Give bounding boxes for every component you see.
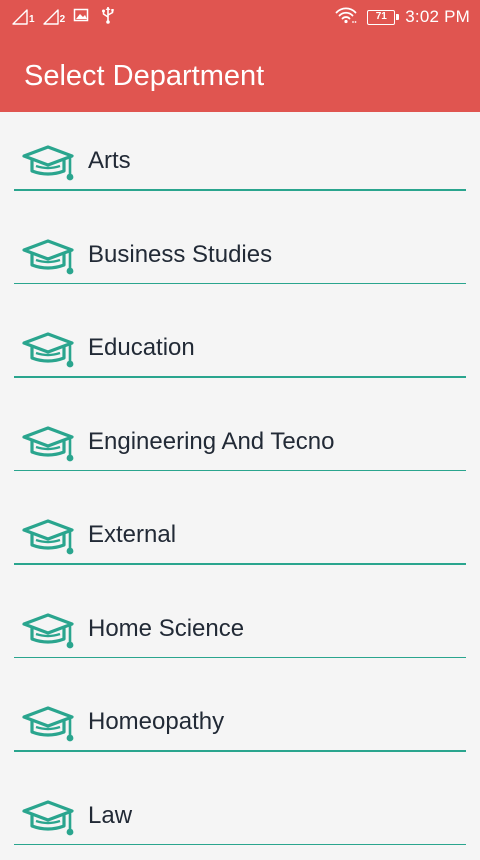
department-list-item[interactable]: Education <box>0 299 480 393</box>
department-name: Business Studies <box>88 239 272 271</box>
app-bar: 1 2 <box>0 0 480 112</box>
graduation-cap-icon <box>20 144 76 182</box>
department-name: External <box>88 519 176 551</box>
graduation-cap-icon <box>20 425 76 463</box>
battery-icon: 71 <box>367 10 395 25</box>
sim1-signal-icon: 1 <box>12 9 35 25</box>
image-notification-icon <box>73 7 89 28</box>
sim2-label: 2 <box>60 15 66 25</box>
department-name: Homeopathy <box>88 706 224 738</box>
list-divider <box>14 657 466 659</box>
department-list-item[interactable]: Homeopathy <box>0 673 480 767</box>
usb-icon <box>101 6 115 29</box>
graduation-cap-icon <box>20 705 76 743</box>
department-list-item[interactable]: Home Science <box>0 580 480 674</box>
page-title: Select Department <box>24 56 264 96</box>
list-divider <box>14 563 466 565</box>
department-list-item[interactable]: Law <box>0 767 480 860</box>
department-name: Home Science <box>88 613 244 645</box>
status-icons-left: 1 2 <box>12 5 115 29</box>
status-bar: 1 2 <box>0 0 480 34</box>
department-list: Arts Business Studies Education <box>0 112 480 860</box>
list-divider <box>14 470 466 472</box>
battery-level: 71 <box>376 11 387 22</box>
department-name: Engineering And Tecno <box>88 426 334 458</box>
list-divider <box>14 189 466 191</box>
graduation-cap-icon <box>20 518 76 556</box>
department-list-item[interactable]: Business Studies <box>0 206 480 300</box>
department-name: Education <box>88 332 195 364</box>
status-icons-right: 71 3:02 PM <box>335 5 470 29</box>
department-name: Arts <box>88 145 131 177</box>
sim1-label: 1 <box>29 15 35 25</box>
wifi-icon <box>335 6 357 29</box>
graduation-cap-icon <box>20 612 76 650</box>
list-divider <box>14 750 466 752</box>
department-list-item[interactable]: Engineering And Tecno <box>0 393 480 487</box>
graduation-cap-icon <box>20 238 76 276</box>
department-list-item[interactable]: Arts <box>0 112 480 206</box>
department-list-item[interactable]: External <box>0 486 480 580</box>
list-divider <box>14 376 466 378</box>
list-divider <box>14 844 466 846</box>
graduation-cap-icon <box>20 799 76 837</box>
status-time: 3:02 PM <box>405 7 470 27</box>
sim2-signal-icon: 2 <box>43 9 66 25</box>
department-name: Law <box>88 800 132 832</box>
graduation-cap-icon <box>20 331 76 369</box>
list-divider <box>14 283 466 285</box>
